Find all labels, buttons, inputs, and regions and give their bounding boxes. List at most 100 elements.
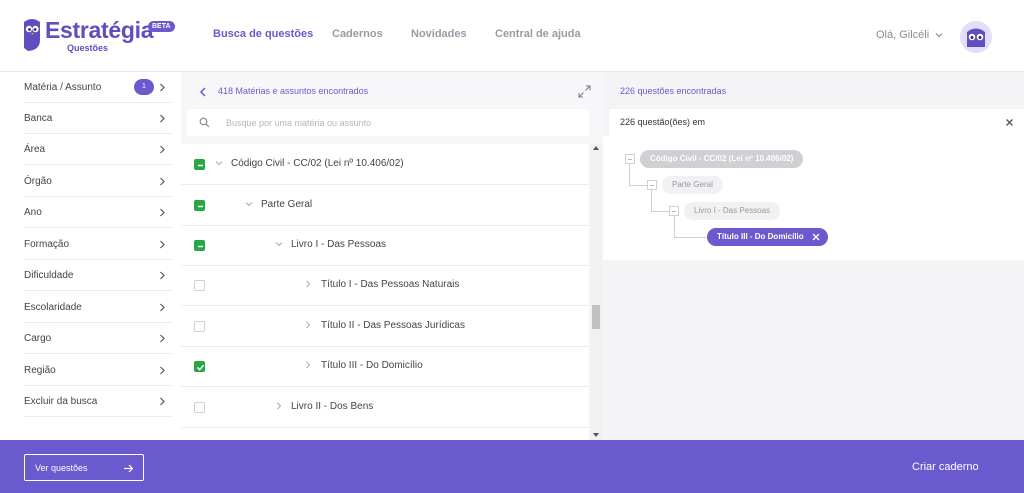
minus-icon xyxy=(198,164,203,167)
tree-item[interactable]: Código Civil - CC/02 (Lei nº 10.406/02) xyxy=(181,144,589,185)
checkbox[interactable] xyxy=(194,240,205,251)
expand-icon[interactable] xyxy=(578,85,591,98)
tree-item-label: Título II - Das Pessoas Jurídicas xyxy=(321,320,465,331)
chevron-right-icon[interactable] xyxy=(304,361,312,369)
filter-dificuldade[interactable]: Dificuldade xyxy=(24,260,172,291)
tree-item-label: Parte Geral xyxy=(261,199,313,210)
chevron-right-icon xyxy=(160,83,165,92)
minus-icon xyxy=(198,205,203,208)
filter-label: Área xyxy=(24,144,46,155)
filter-orgao[interactable]: Órgão xyxy=(24,166,172,197)
chevron-down-icon[interactable] xyxy=(935,31,943,39)
arrow-right-icon xyxy=(124,464,134,473)
filter-label: Região xyxy=(24,365,56,376)
chevron-down-icon[interactable] xyxy=(245,200,253,208)
action-footer: Ver questões Criar caderno xyxy=(0,440,1024,493)
chevron-right-icon xyxy=(160,271,165,280)
chevron-right-icon[interactable] xyxy=(275,402,283,410)
filter-label: Excluir da busca xyxy=(24,396,98,407)
nav-novidades[interactable]: Novidades xyxy=(411,28,467,40)
selection-summary: 226 questão(ões) em xyxy=(609,109,1024,136)
filter-materia-assunto[interactable]: Matéria / Assunto 1 xyxy=(24,72,172,103)
back-arrow-icon[interactable] xyxy=(199,87,207,97)
chevron-right-icon xyxy=(160,366,165,375)
beta-badge: BETA xyxy=(148,21,175,32)
filter-label: Escolaridade xyxy=(24,302,82,313)
chevron-right-icon xyxy=(160,334,165,343)
brand-name: Estratégia xyxy=(45,17,154,43)
filter-excluir-da-busca[interactable]: Excluir da busca xyxy=(24,386,172,417)
crumb-label: Título III - Do Domicílio xyxy=(717,232,804,241)
crumb-codigo-civil[interactable]: Código Civil - CC/02 (Lei nº 10.406/02) xyxy=(640,150,804,168)
checkbox[interactable] xyxy=(194,321,205,332)
tree-item[interactable]: Livro II - Dos Bens xyxy=(181,387,589,428)
summary-text: 226 questão(ões) em xyxy=(620,117,706,127)
chevron-down-icon[interactable] xyxy=(215,159,223,167)
nav-busca-de-questoes[interactable]: Busca de questões xyxy=(213,28,313,40)
close-icon[interactable] xyxy=(1005,118,1014,127)
collapse-box-icon[interactable] xyxy=(647,180,657,190)
scroll-down-icon[interactable] xyxy=(593,432,599,438)
filter-count-badge: 1 xyxy=(134,79,154,95)
subject-search-input[interactable] xyxy=(226,114,576,131)
checkbox[interactable] xyxy=(194,159,205,170)
tree-item[interactable]: Título I - Das Pessoas Naturais xyxy=(181,265,589,306)
tree-connector xyxy=(651,190,670,212)
collapse-box-icon[interactable] xyxy=(669,206,679,216)
subject-tree: Código Civil - CC/02 (Lei nº 10.406/02) … xyxy=(181,144,589,440)
chevron-right-icon xyxy=(160,397,165,406)
crumb-titulo-iii[interactable]: Título III - Do Domicílio xyxy=(707,228,828,246)
filter-label: Cargo xyxy=(24,333,52,344)
tree-scrollbar[interactable] xyxy=(590,144,602,440)
tree-item[interactable]: Título II - Das Pessoas Jurídicas xyxy=(181,306,589,347)
checkbox[interactable] xyxy=(194,361,205,372)
search-icon xyxy=(199,117,210,128)
chevron-right-icon[interactable] xyxy=(304,280,312,288)
subject-panel: 418 Matérias e assuntos encontrados Códi… xyxy=(181,72,603,440)
subject-search xyxy=(187,109,589,136)
user-avatar[interactable] xyxy=(960,21,992,53)
filter-banca[interactable]: Banca xyxy=(24,103,172,134)
tree-item-label: Livro II - Dos Bens xyxy=(291,401,374,412)
brand-logo[interactable]: Estratégia Questões BETA xyxy=(22,17,177,54)
scroll-up-icon[interactable] xyxy=(593,145,599,151)
filter-cargo[interactable]: Cargo xyxy=(24,323,172,354)
filter-label: Formação xyxy=(24,239,70,250)
ver-questoes-button[interactable]: Ver questões xyxy=(24,454,144,481)
chevron-right-icon xyxy=(160,303,165,312)
checkbox[interactable] xyxy=(194,280,205,291)
collapse-box-icon[interactable] xyxy=(625,154,635,164)
close-icon[interactable] xyxy=(812,233,820,241)
filter-regiao[interactable]: Região xyxy=(24,355,172,386)
filter-label: Ano xyxy=(24,207,42,218)
tree-item-label: Título I - Das Pessoas Naturais xyxy=(321,279,460,290)
filter-ano[interactable]: Ano xyxy=(24,197,172,228)
nav-cadernos[interactable]: Cadernos xyxy=(332,28,383,40)
chevron-right-icon xyxy=(160,177,165,186)
chevron-right-icon xyxy=(160,114,165,123)
tree-item[interactable]: Livro I - Das Pessoas xyxy=(181,225,589,266)
tree-connector xyxy=(629,164,648,186)
checkbox[interactable] xyxy=(194,200,205,211)
user-greeting[interactable]: Olá, Gilcéli xyxy=(876,29,929,41)
criar-caderno-button[interactable]: Criar caderno xyxy=(912,461,979,473)
filter-area[interactable]: Área xyxy=(24,134,172,165)
tree-item[interactable]: Parte Geral xyxy=(181,185,589,226)
chevron-right-icon[interactable] xyxy=(304,321,312,329)
checkbox[interactable] xyxy=(194,402,205,413)
filter-formacao[interactable]: Formação xyxy=(24,229,172,260)
chevron-down-icon[interactable] xyxy=(275,240,283,248)
scrollbar-thumb[interactable] xyxy=(592,305,600,329)
tree-item[interactable]: Título III - Do Domicílio xyxy=(181,346,589,387)
filter-label: Órgão xyxy=(24,176,52,187)
filter-label: Matéria / Assunto xyxy=(24,82,102,93)
crumb-parte-geral[interactable]: Parte Geral xyxy=(662,176,723,194)
nav-central-de-ajuda[interactable]: Central de ajuda xyxy=(495,28,581,40)
questions-count: 226 questões encontradas xyxy=(620,86,727,96)
owl-avatar-icon xyxy=(960,21,992,53)
brand-subtitle: Questões xyxy=(67,43,109,53)
button-label: Ver questões xyxy=(35,463,88,473)
filter-escolaridade[interactable]: Escolaridade xyxy=(24,292,172,323)
chevron-right-icon xyxy=(160,240,165,249)
top-header: Estratégia Questões BETA Busca de questõ… xyxy=(0,0,1024,72)
